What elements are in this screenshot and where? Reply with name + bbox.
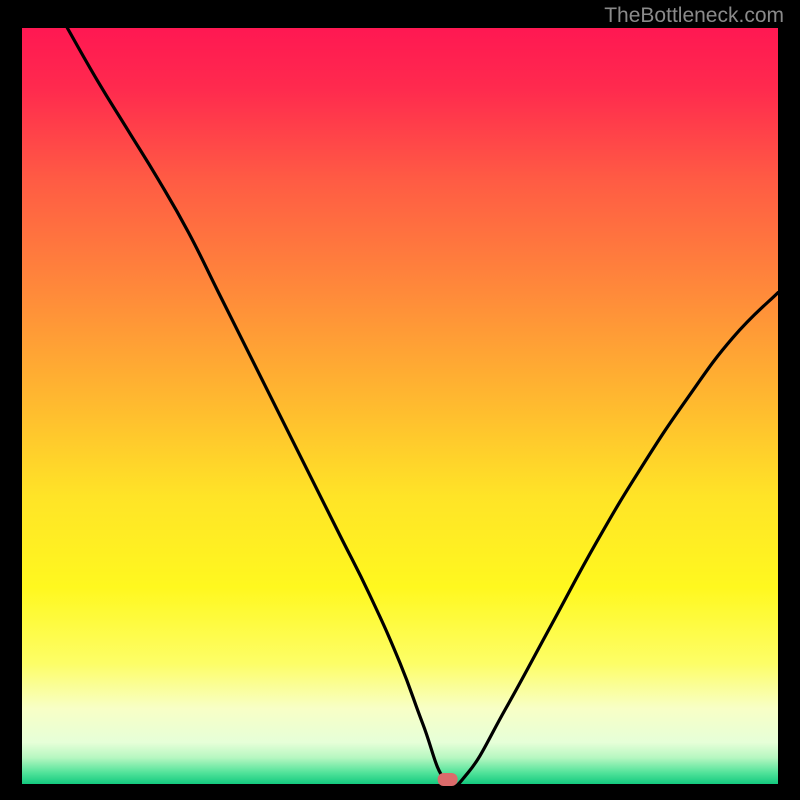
minimum-marker	[438, 773, 458, 786]
watermark-text: TheBottleneck.com	[604, 4, 784, 28]
bottleneck-chart	[0, 0, 800, 800]
